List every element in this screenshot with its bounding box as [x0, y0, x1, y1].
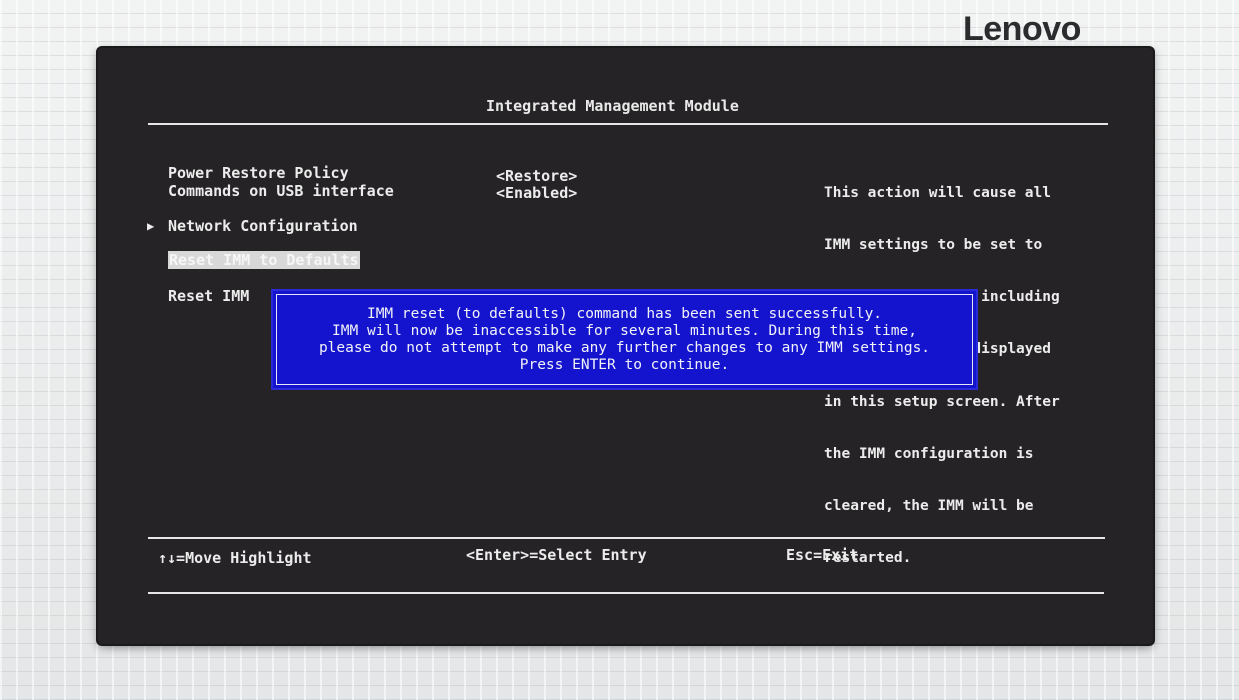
- lenovo-logo: Lenovo: [963, 10, 1081, 48]
- menu-item-network-configuration[interactable]: Network Configuration: [168, 218, 358, 235]
- select-entry-hint: <Enter>=Select Entry: [466, 546, 647, 564]
- reset-imm-to-defaults-label: Reset IMM to Defaults: [168, 251, 360, 269]
- help-line: the IMM configuration is: [824, 445, 1034, 462]
- title-divider: [148, 123, 1108, 125]
- dialog-message-line: please do not attempt to make any furthe…: [318, 340, 931, 356]
- reset-confirmation-dialog[interactable]: IMM reset (to defaults) command has been…: [271, 289, 978, 390]
- help-line: This action will cause all: [824, 184, 1051, 201]
- page-title: Integrated Management Module: [486, 97, 739, 115]
- dialog-message-line: IMM will now be inaccessible for several…: [332, 323, 917, 339]
- help-line: restarted.: [824, 550, 912, 567]
- help-line: IMM settings to be set to: [824, 237, 1043, 254]
- commands-on-usb-value[interactable]: <Enabled>: [496, 185, 577, 202]
- footer-divider-bottom: [148, 592, 1104, 594]
- help-line: cleared, the IMM will be: [824, 498, 1034, 515]
- menu-item-reset-imm-to-defaults[interactable]: Reset IMM to Defaults: [168, 251, 360, 269]
- footer-divider-top: [148, 537, 1105, 539]
- dialog-continue-prompt: Press ENTER to continue.: [519, 357, 730, 373]
- power-restore-policy-value[interactable]: <Restore>: [496, 168, 577, 185]
- menu-item-reset-imm[interactable]: Reset IMM: [168, 288, 249, 305]
- dialog-message-line: IMM reset (to defaults) command has been…: [366, 306, 883, 322]
- setup-screen: Integrated Management Module Power Resto…: [98, 48, 1153, 644]
- menu-item-power-restore-policy[interactable]: Power Restore Policy: [168, 165, 349, 182]
- help-line: in this setup screen. After: [824, 393, 1060, 410]
- move-highlight-hint: ↑↓=Move Highlight: [158, 549, 312, 567]
- exit-hint: Esc=Exit: [786, 546, 859, 564]
- submenu-arrow-icon: ▶: [147, 219, 155, 233]
- menu-item-commands-on-usb-interface[interactable]: Commands on USB interface: [168, 183, 394, 200]
